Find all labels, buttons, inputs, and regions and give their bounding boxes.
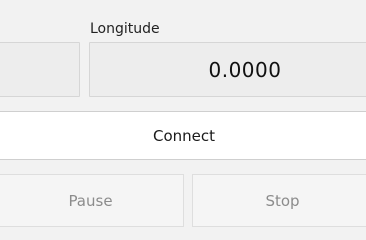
stop-button[interactable]: Stop [192,174,366,227]
pause-button-label: Pause [68,191,113,210]
connect-button[interactable]: Connect [0,111,366,160]
pause-button[interactable]: Pause [0,174,184,227]
connect-button-label: Connect [152,126,216,145]
latitude-field [0,42,80,97]
longitude-field: 0.0000 [89,42,366,97]
stop-button-label: Stop [265,191,300,210]
longitude-label: Longitude [90,21,160,37]
longitude-value: 0.0000 [208,57,282,82]
